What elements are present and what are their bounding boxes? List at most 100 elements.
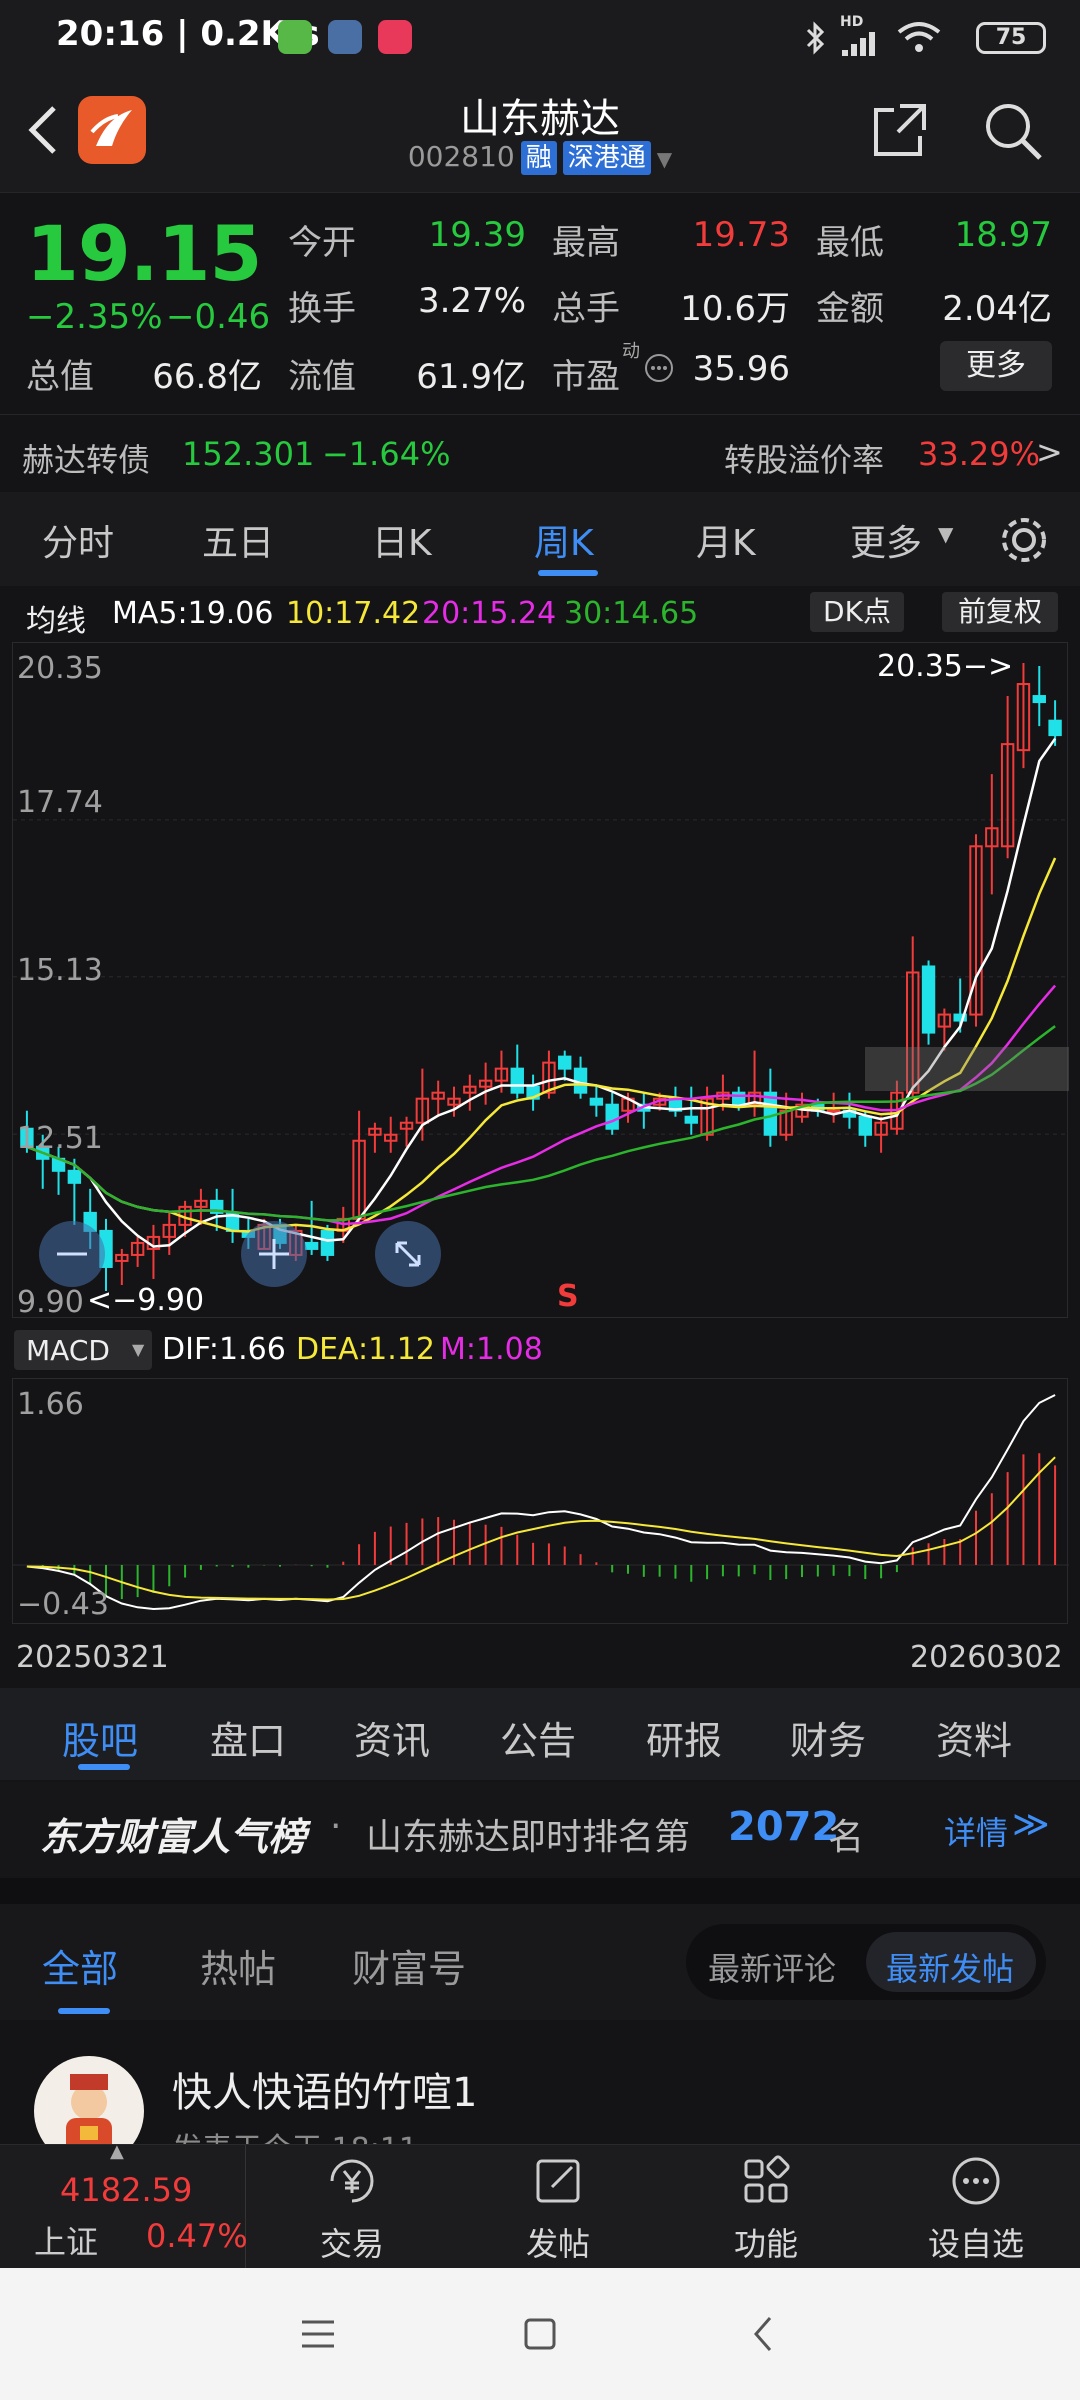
- trade-button[interactable]: 交易: [272, 2151, 432, 2265]
- macd-label: MACD: [26, 1334, 110, 1367]
- tab-news[interactable]: 资讯: [354, 1710, 430, 1765]
- date-end: 20260302: [910, 1640, 1063, 1675]
- tab-finance[interactable]: 财务: [790, 1710, 866, 1765]
- macd-caret-icon: ▼: [132, 1340, 145, 1359]
- convertible-bond-row[interactable]: 赫达转债 152.301 −1.64% 转股溢价率 33.29% >: [0, 414, 1080, 492]
- post-label: 发帖: [525, 2225, 590, 2263]
- amount-label: 金额: [816, 289, 884, 329]
- date-start: 20250321: [16, 1640, 169, 1675]
- tab-research[interactable]: 研报: [646, 1710, 722, 1765]
- tab-intraday[interactable]: 分时: [42, 514, 114, 566]
- cb-premium-value: 33.29%: [918, 435, 1041, 473]
- rank-suffix: 名: [828, 1817, 865, 1858]
- cb-price: 152.301: [182, 435, 315, 473]
- macd-dif-line: [26, 1394, 1056, 1611]
- macd-dea: DEA:1.12: [296, 1332, 435, 1367]
- macd-selector[interactable]: MACD ▼: [14, 1330, 152, 1370]
- home-icon[interactable]: [520, 2314, 560, 2354]
- tab-hot-posts[interactable]: 热帖: [200, 1938, 276, 1993]
- macd-chart-frame[interactable]: 1.66 −0.43: [12, 1378, 1069, 1625]
- candle-body: [67, 1169, 82, 1184]
- sort-latest-post[interactable]: 最新发帖: [886, 1944, 1014, 1990]
- index-ticker[interactable]: ▲ 4182.59 上证 0.47%: [0, 2141, 248, 2269]
- tab-weekly-k[interactable]: 周K: [534, 514, 594, 566]
- post-item[interactable]: 快人快语的竹喧1 发表于今天 18:11: [0, 2020, 1080, 2144]
- ma20-value: 20:15.24: [422, 596, 557, 631]
- rank-number: 2072: [728, 1804, 840, 1850]
- chevron-right-icon: >: [1036, 433, 1063, 471]
- search-icon[interactable]: [980, 98, 1046, 164]
- tab-more[interactable]: 更多: [850, 514, 922, 566]
- macd-y-top: 1.66: [17, 1387, 84, 1422]
- add-watchlist-label: 设自选: [927, 2225, 1024, 2263]
- more-button[interactable]: 更多: [940, 341, 1052, 391]
- more-circle-icon: [952, 2157, 1000, 2205]
- dropdown-caret-icon[interactable]: ▼: [657, 147, 672, 171]
- post-button[interactable]: 发帖: [478, 2151, 638, 2265]
- wifi-icon: [897, 22, 941, 52]
- back-nav-icon[interactable]: [744, 2314, 784, 2354]
- battery-indicator: 75: [976, 22, 1046, 54]
- candle-body: [558, 1055, 572, 1070]
- cb-label: 赫达转债: [22, 441, 151, 479]
- macd-m: M:1.08: [440, 1332, 543, 1367]
- detail-link[interactable]: 详情: [944, 1808, 1008, 1854]
- gear-icon[interactable]: [996, 512, 1052, 568]
- avatar[interactable]: [34, 2056, 144, 2144]
- popularity-rank-bar[interactable]: 东方财富人气榜 · 山东赫达即时排名第 2072 名 详情 ≫: [0, 1782, 1080, 1878]
- chart-period-tabs: 分时 五日 日K 周K 月K 更多 ▼: [0, 492, 1080, 586]
- zoom-out-button[interactable]: [39, 1221, 105, 1287]
- add-watchlist-button[interactable]: 设自选: [896, 2151, 1056, 2265]
- bluetooth-icon: [806, 21, 825, 55]
- candle-body: [858, 1115, 872, 1136]
- tab-monthly-k[interactable]: 月K: [696, 514, 756, 566]
- trade-label: 交易: [319, 2225, 384, 2263]
- turnover-value: 3.27%: [417, 281, 526, 321]
- sort-latest-comment[interactable]: 最新评论: [708, 1944, 836, 1990]
- tab-all-posts[interactable]: 全部: [42, 1938, 118, 1993]
- more-dots-icon[interactable]: [644, 353, 674, 383]
- dk-point-button[interactable]: DK点: [810, 592, 904, 632]
- float-cap-value: 61.9亿: [416, 357, 526, 397]
- tab-five-day[interactable]: 五日: [202, 514, 274, 566]
- menu-icon[interactable]: [298, 2314, 338, 2354]
- tab-guba[interactable]: 股吧: [62, 1710, 138, 1765]
- tab-announcements[interactable]: 公告: [500, 1710, 576, 1765]
- low-label: 最低: [816, 223, 884, 263]
- plus-icon: [259, 1239, 289, 1269]
- macd-chart[interactable]: [13, 1379, 1069, 1625]
- tab-profile[interactable]: 资料: [936, 1710, 1012, 1765]
- kline-chart[interactable]: [13, 643, 1069, 1319]
- adjustment-button[interactable]: 前复权: [942, 592, 1058, 632]
- post-tabs: 全部 热帖 财富号 最新评论 最新发帖: [0, 1904, 1080, 2020]
- kline-chart-frame[interactable]: 20.35 17.74 15.13 12.51 9.90 20.35−> <−9…: [12, 642, 1069, 1320]
- tab-fortune-account[interactable]: 财富号: [352, 1938, 466, 1993]
- fullscreen-button[interactable]: [375, 1221, 441, 1287]
- open-label: 今开: [288, 223, 356, 263]
- change-amount: −0.46: [166, 297, 271, 337]
- volume-value: 10.6万: [680, 289, 790, 329]
- macd-dea-line: [26, 1456, 1056, 1601]
- y-label-4: 12.51: [17, 1121, 103, 1156]
- wechat-mini-icon: [278, 20, 312, 54]
- functions-label: 功能: [733, 2225, 798, 2263]
- candle-body: [605, 1103, 619, 1130]
- change-pct: −2.35%: [26, 297, 163, 337]
- y-label-2: 17.74: [17, 785, 103, 820]
- y-label-top: 20.35: [17, 651, 103, 686]
- high-value: 19.73: [692, 215, 790, 255]
- candle-body: [589, 1097, 604, 1106]
- post-author[interactable]: 快人快语的竹喧1: [172, 2060, 477, 2118]
- connect-tag: 深港通: [562, 141, 651, 175]
- zoom-in-button[interactable]: [241, 1221, 307, 1287]
- tab-daily-k[interactable]: 日K: [372, 514, 432, 566]
- info-tabs: 股吧 盘口 资讯 公告 研报 财务 资料: [0, 1688, 1080, 1780]
- tab-order-book[interactable]: 盘口: [210, 1710, 286, 1765]
- functions-button[interactable]: 功能: [686, 2151, 846, 2265]
- price-zone-highlight: [865, 1047, 1069, 1091]
- share-icon[interactable]: [870, 100, 930, 160]
- system-navigation-bar: [0, 2268, 1080, 2400]
- total-cap-value: 66.8亿: [152, 357, 262, 397]
- low-marker: <−9.90: [87, 1283, 205, 1318]
- status-bar: 20:16 | 0.2K/s HD 75: [0, 0, 1080, 76]
